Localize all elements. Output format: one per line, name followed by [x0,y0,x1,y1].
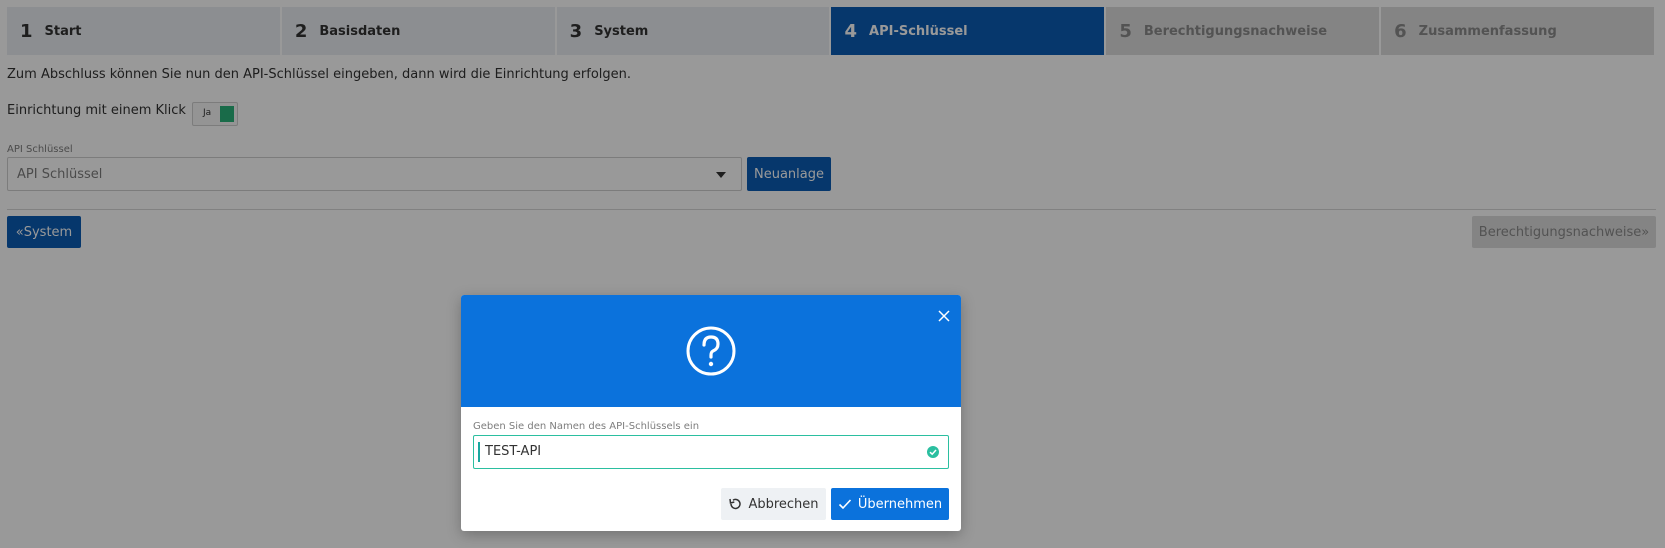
apply-button-label: Übernehmen [857,496,943,512]
api-key-name-dialog: Geben Sie den Namen des API-Schlüssels e… [461,295,961,531]
dialog-field-label: Geben Sie den Namen des API-Schlüssels e… [473,421,700,432]
text-cursor [478,442,480,462]
check-circle-icon [927,446,939,458]
cancel-button-label: Abbrechen [748,496,819,512]
apply-button[interactable]: Übernehmen [831,488,949,520]
check-icon [838,499,851,510]
dialog-header [461,295,961,407]
cancel-button[interactable]: Abbrechen [721,488,826,520]
api-key-name-value: TEST-API [485,444,542,459]
undo-icon [729,498,742,510]
close-icon[interactable] [937,309,951,323]
api-key-name-input[interactable]: TEST-API [473,435,949,469]
question-circle-icon [686,326,736,376]
